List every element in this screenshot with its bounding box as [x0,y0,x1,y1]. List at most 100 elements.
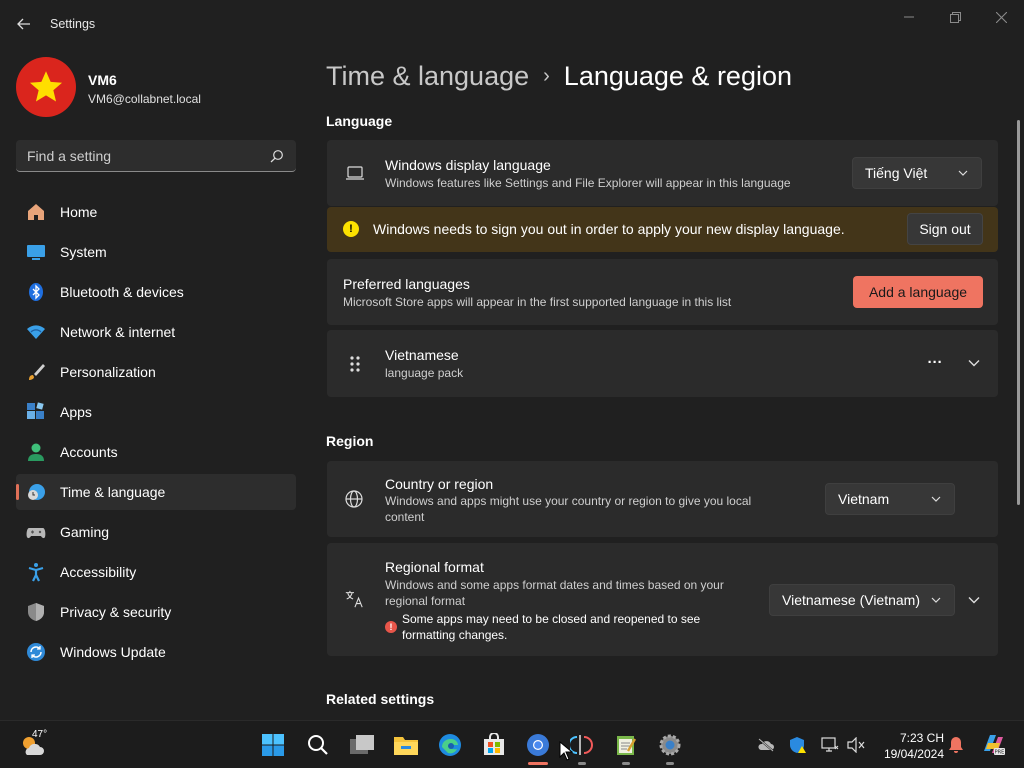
sidebar-item-label: Personalization [60,364,156,380]
start-button[interactable] [257,729,289,761]
edge-button[interactable] [434,729,466,761]
sidebar-item-label: Privacy & security [60,604,172,620]
sidebar-item-personalization[interactable]: Personalization [16,354,296,390]
sign-out-warning: ! Windows needs to sign you out in order… [327,207,998,252]
network-tray-icon[interactable] [820,735,840,755]
regional-format-notice-2: formatting changes. [402,628,508,642]
title-bar: Settings [0,0,1024,48]
country-region-dropdown[interactable]: Vietnam [825,483,955,515]
chevron-down-icon[interactable] [968,357,980,369]
bluetooth-icon [26,282,46,302]
update-icon [26,642,46,662]
back-arrow-icon [17,18,30,30]
country-region-card: Country or region Windows and apps might… [327,461,998,537]
task-view-button[interactable] [346,729,378,761]
star-icon [29,71,63,102]
globe-icon [344,489,364,509]
system-icon [26,242,46,262]
breadcrumb-parent[interactable]: Time & language [326,61,529,92]
clock-date: 19/04/2024 [883,747,944,761]
security-tray-icon[interactable] [788,735,808,755]
chrome-icon [527,734,549,756]
regional-format-dropdown[interactable]: Vietnamese (Vietnam) [769,584,955,616]
regional-format-value: Vietnamese (Vietnam) [782,592,920,608]
sidebar-item-label: Windows Update [60,644,166,660]
shield-icon [26,602,46,622]
search-input[interactable] [16,140,266,171]
sidebar-item-privacy[interactable]: Privacy & security [16,594,296,630]
sidebar-item-system[interactable]: System [16,234,296,270]
more-options-button[interactable]: ··· [923,350,947,374]
sidebar-item-label: Apps [60,404,92,420]
svg-text:PRE: PRE [995,750,1005,756]
restore-icon [949,11,961,23]
sign-out-button[interactable]: Sign out [907,213,983,245]
sidebar-item-time-language[interactable]: Time & language [16,474,296,510]
store-button[interactable] [478,729,510,761]
drag-handle-icon[interactable] [345,354,365,374]
copilot-icon[interactable]: PRE [980,731,1006,757]
weather-temp: 47° [32,729,48,740]
task-view-icon [350,735,374,754]
sidebar-item-bluetooth[interactable]: Bluetooth & devices [16,274,296,310]
preferred-languages-title: Preferred languages [343,276,470,292]
sidebar-item-accounts[interactable]: Accounts [16,434,296,470]
cloud-sync-icon[interactable] [756,735,776,755]
settings-button[interactable] [654,729,686,765]
display-language-dropdown[interactable]: Tiếng Việt [852,157,982,189]
back-button[interactable] [12,12,36,36]
regional-format-title: Regional format [385,559,484,575]
country-region-value: Vietnam [838,491,890,507]
edge-icon [439,734,461,756]
language-format-icon [344,589,364,609]
add-language-button[interactable]: Add a language [853,276,983,308]
volume-muted-icon[interactable] [846,735,866,755]
scrollbar[interactable] [1017,120,1020,505]
breadcrumb-separator: › [543,64,550,87]
store-icon [484,733,504,755]
windows-logo-icon [262,734,284,756]
chevron-down-icon[interactable] [968,594,980,606]
page-title: Language & region [563,60,792,91]
regional-format-description-2: regional format [385,594,466,608]
country-region-description-2: content [385,510,425,524]
regional-format-description-1: Windows and some apps format dates and t… [385,578,724,592]
sidebar-item-label: Accounts [60,444,118,460]
sidebar-item-label: Home [60,204,98,220]
country-region-title: Country or region [385,476,494,492]
taskbar-search-button[interactable] [302,729,334,761]
sidebar-item-label: Bluetooth & devices [60,284,184,300]
restore-button[interactable] [932,6,978,28]
folder-icon [394,737,418,755]
breadcrumb: Time & language › Language & region [326,58,792,94]
regional-format-card: Regional format Windows and some apps fo… [327,543,998,656]
sidebar-item-windows-update[interactable]: Windows Update [16,634,296,670]
sidebar-item-home[interactable]: Home [16,194,296,230]
display-language-card: Windows display language Windows feature… [327,140,998,206]
chrome-button[interactable] [522,729,554,765]
preferred-languages-description: Microsoft Store apps will appear in the … [343,295,732,309]
preferred-languages-card: Preferred languages Microsoft Store apps… [327,259,998,325]
notepad-button[interactable] [610,729,642,765]
avatar [16,57,76,117]
sidebar-item-accessibility[interactable]: Accessibility [16,554,296,590]
close-button[interactable] [978,6,1024,28]
search-icon [308,735,328,755]
laptop-icon [345,163,365,183]
file-explorer-button[interactable] [390,729,422,761]
notification-bell-icon[interactable] [946,735,966,755]
user-profile[interactable]: VM6 VM6@collabnet.local [16,57,296,119]
search-box[interactable] [16,140,296,172]
chevron-down-icon [958,170,968,176]
sidebar-item-apps[interactable]: Apps [16,394,296,430]
taskbar-clock[interactable]: 7:23 CH 19/04/2024 [874,730,944,762]
gaming-icon [26,522,46,542]
gear-icon [659,734,681,756]
snipping-tool-icon [570,735,593,755]
accounts-icon [26,442,46,462]
country-region-description-1: Windows and apps might use your country … [385,494,752,508]
display-language-description: Windows features like Settings and File … [385,176,791,190]
sidebar-item-gaming[interactable]: Gaming [16,514,296,550]
sidebar-item-network[interactable]: Network & internet [16,314,296,350]
minimize-button[interactable] [886,6,932,28]
